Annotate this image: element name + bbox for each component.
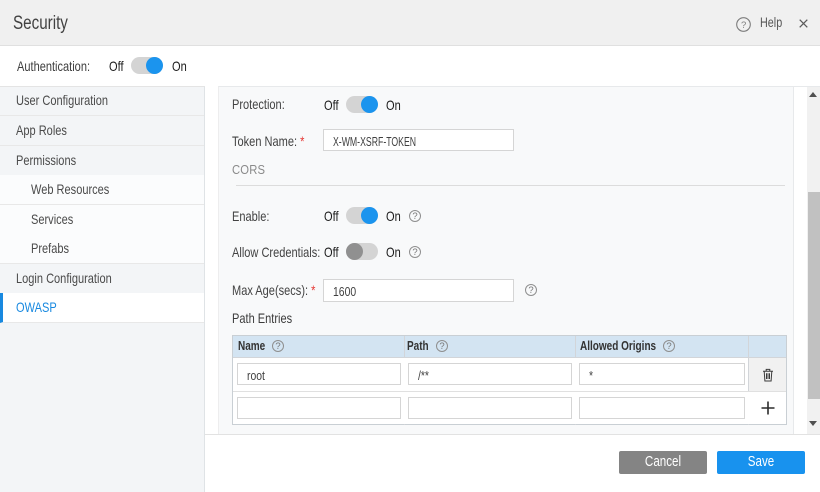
svg-text:?: ? <box>741 20 746 31</box>
